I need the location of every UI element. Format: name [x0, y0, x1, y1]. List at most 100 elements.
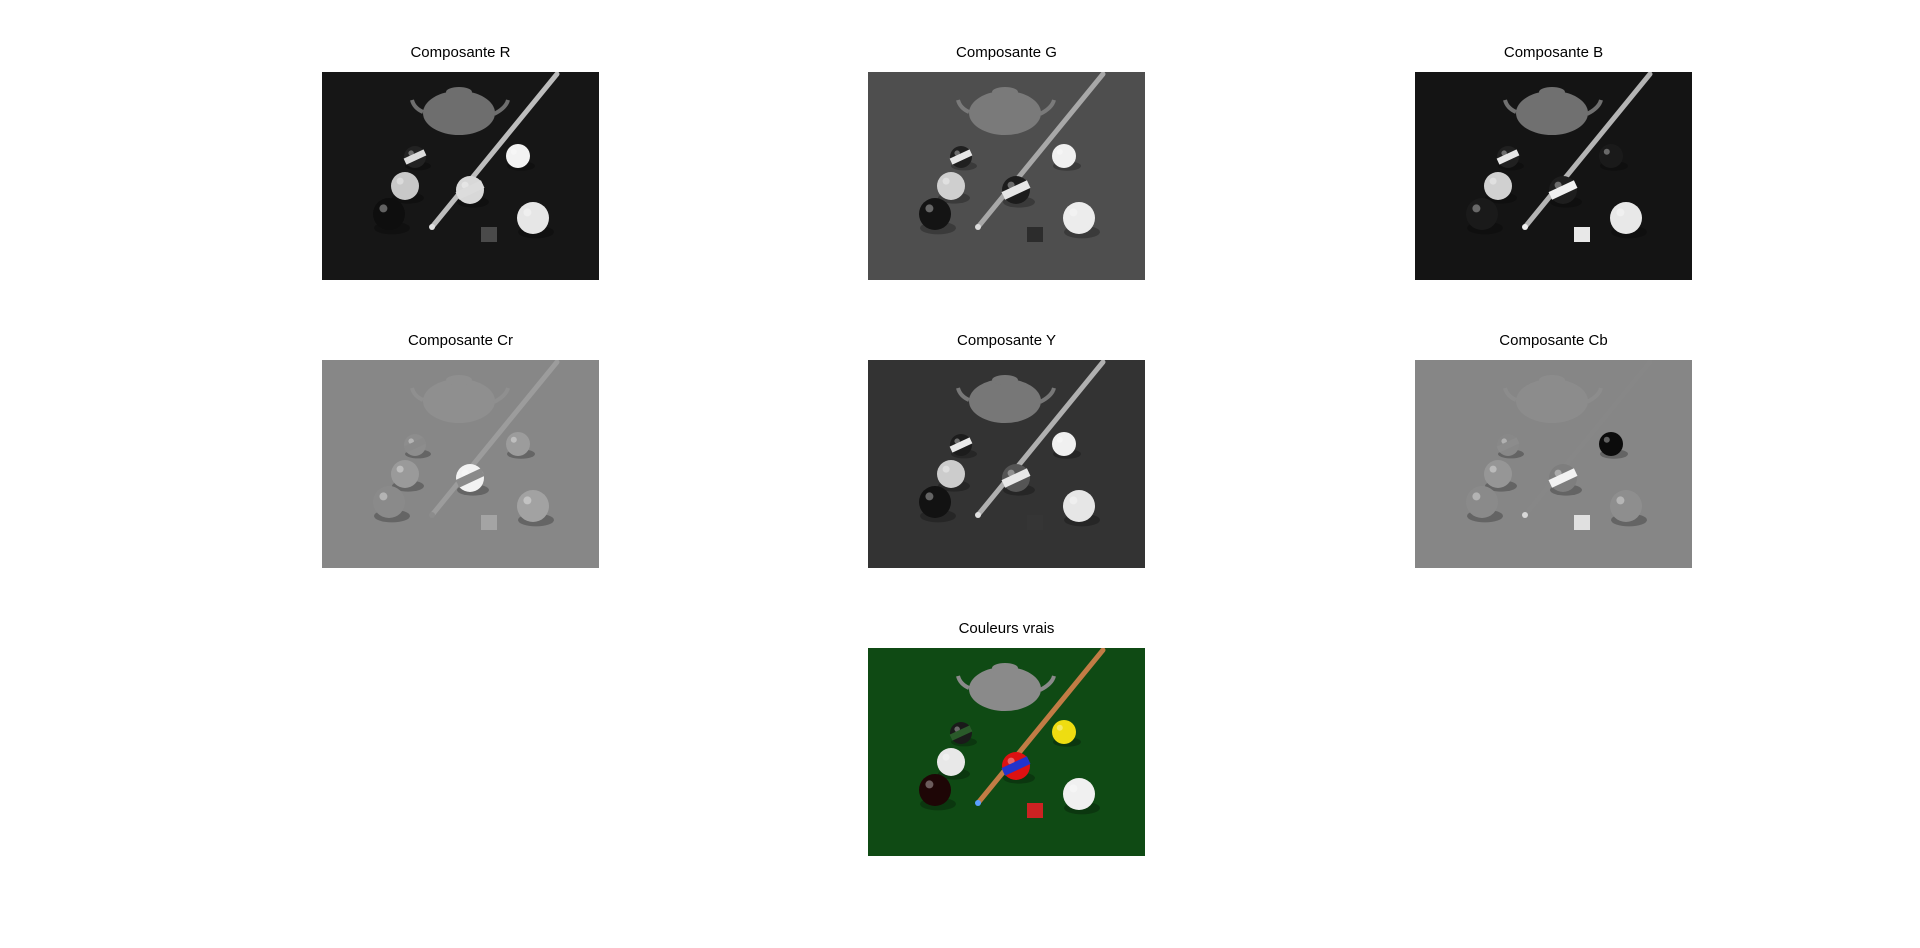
teapot-lid — [446, 87, 472, 97]
teapot-body — [969, 667, 1041, 711]
ball-highlight — [942, 753, 950, 761]
pool-ball — [1052, 144, 1076, 168]
teapot-lid — [992, 375, 1018, 385]
ball-highlight — [1056, 724, 1063, 731]
teapot-lid — [992, 87, 1018, 97]
teapot-lid — [992, 663, 1018, 673]
panel-g: Composante G — [868, 44, 1145, 280]
true-color-image — [868, 648, 1145, 856]
pool-ball — [1466, 198, 1498, 230]
pool-ball — [517, 202, 549, 234]
channel-g-image — [868, 72, 1145, 280]
pool-ball — [937, 172, 965, 200]
ball-highlight — [396, 465, 404, 473]
ball-highlight — [1616, 208, 1625, 217]
ball-highlight — [396, 177, 404, 185]
pool-ball — [1063, 202, 1095, 234]
panel-b: Composante B — [1415, 44, 1692, 280]
teapot-body — [969, 91, 1041, 135]
teapot-lid — [1539, 375, 1565, 385]
ball-highlight — [1069, 784, 1078, 793]
pool-ball — [1063, 778, 1095, 810]
pool-ball — [506, 432, 530, 456]
ball-highlight — [925, 492, 934, 501]
pool-ball — [919, 198, 951, 230]
ball-highlight — [510, 436, 517, 443]
ball-highlight — [942, 177, 950, 185]
cue-tip — [1522, 224, 1528, 230]
ball-highlight — [379, 204, 388, 213]
pool-ball — [517, 490, 549, 522]
panel-title: Composante R — [410, 44, 511, 61]
panel-true-color: Couleurs vrais — [868, 620, 1145, 856]
ball-highlight — [1056, 436, 1063, 443]
panel-cb: Composante Cb — [1415, 332, 1692, 568]
pool-ball — [506, 144, 530, 168]
panel-r: Composante R — [322, 44, 599, 280]
teapot-body — [1516, 379, 1588, 423]
channel-y-image — [868, 360, 1145, 568]
ball-highlight — [1489, 177, 1497, 185]
chalk-cube — [1574, 227, 1590, 242]
teapot-body — [969, 379, 1041, 423]
teapot-lid — [1539, 87, 1565, 97]
pool-ball — [391, 460, 419, 488]
teapot-lid — [446, 375, 472, 385]
ball-highlight — [523, 208, 532, 217]
ball-highlight — [925, 204, 934, 213]
pool-ball — [1466, 486, 1498, 518]
ball-highlight — [1069, 208, 1078, 217]
cue-tip — [429, 512, 435, 518]
pool-ball — [919, 486, 951, 518]
pool-ball — [1610, 490, 1642, 522]
teapot-body — [423, 379, 495, 423]
pool-ball — [1484, 460, 1512, 488]
cue-tip — [975, 224, 981, 230]
panel-title: Composante B — [1503, 44, 1604, 61]
panel-title: Couleurs vrais — [958, 620, 1055, 637]
pool-ball — [1063, 490, 1095, 522]
ball-highlight — [1489, 465, 1497, 473]
pool-ball — [1599, 144, 1623, 168]
teapot-body — [423, 91, 495, 135]
channel-b-image — [1415, 72, 1692, 280]
chalk-cube — [481, 227, 497, 242]
pool-ball — [373, 198, 405, 230]
ball-highlight — [1603, 436, 1610, 443]
pool-ball — [937, 748, 965, 776]
panel-title: Composante G — [956, 44, 1057, 61]
chalk-cube — [1574, 515, 1590, 530]
ball-highlight — [1056, 148, 1063, 155]
panel-title: Composante Y — [957, 332, 1056, 349]
channel-cb-image — [1415, 360, 1692, 568]
panel-cr: Composante Cr — [322, 332, 599, 568]
ball-highlight — [1616, 496, 1625, 505]
cue-tip — [1522, 512, 1528, 518]
ball-highlight — [1472, 492, 1481, 501]
pool-ball — [937, 460, 965, 488]
ball-highlight — [510, 148, 517, 155]
pool-ball — [1052, 432, 1076, 456]
pool-ball — [391, 172, 419, 200]
chalk-cube — [1027, 515, 1043, 530]
pool-ball — [373, 486, 405, 518]
cue-tip — [429, 224, 435, 230]
ball-highlight — [942, 465, 950, 473]
pool-ball — [1610, 202, 1642, 234]
ball-highlight — [1069, 496, 1078, 505]
chalk-cube — [481, 515, 497, 530]
ball-highlight — [1472, 204, 1481, 213]
figure: Composante R Composante G Composante B C… — [0, 0, 1920, 948]
pool-ball — [919, 774, 951, 806]
ball-highlight — [1603, 148, 1610, 155]
pool-ball — [1599, 432, 1623, 456]
panel-title: Composante Cr — [407, 332, 514, 349]
teapot-body — [1516, 91, 1588, 135]
chalk-cube — [1027, 803, 1043, 818]
ball-highlight — [523, 496, 532, 505]
panel-title: Composante Cb — [1499, 332, 1608, 349]
cue-tip — [975, 512, 981, 518]
channel-r-image — [322, 72, 599, 280]
pool-ball — [1052, 720, 1076, 744]
channel-cr-image — [322, 360, 599, 568]
